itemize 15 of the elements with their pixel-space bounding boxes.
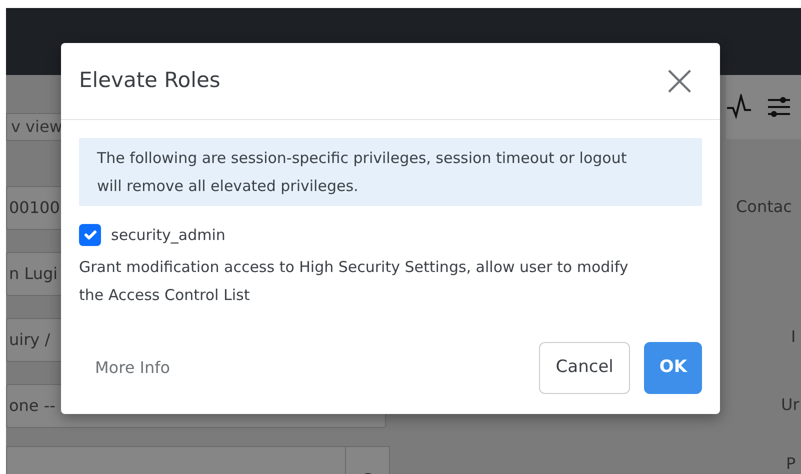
role-checkbox[interactable] [79,224,101,246]
sliders-icon[interactable] [766,94,792,120]
field-label: I [791,326,796,348]
ok-button[interactable]: OK [644,342,702,394]
field-label: Ur [781,394,800,416]
role-name: security_admin [111,225,226,246]
dialog-title: Elevate Roles [79,68,220,94]
cancel-button[interactable]: Cancel [538,342,630,394]
close-button[interactable]: × [657,59,702,103]
field-label: P [786,453,796,474]
role-description: Grant modification access to High Security Settings, allow user to modify the Access Control List [79,256,630,306]
info-notice: The following are session-specific privileges, session timeout or logout will remove all elevated privileges. [79,138,702,206]
more-info-link[interactable]: More Info [79,356,186,380]
pulse-icon[interactable] [726,94,752,120]
field-label: Contac [736,196,792,218]
